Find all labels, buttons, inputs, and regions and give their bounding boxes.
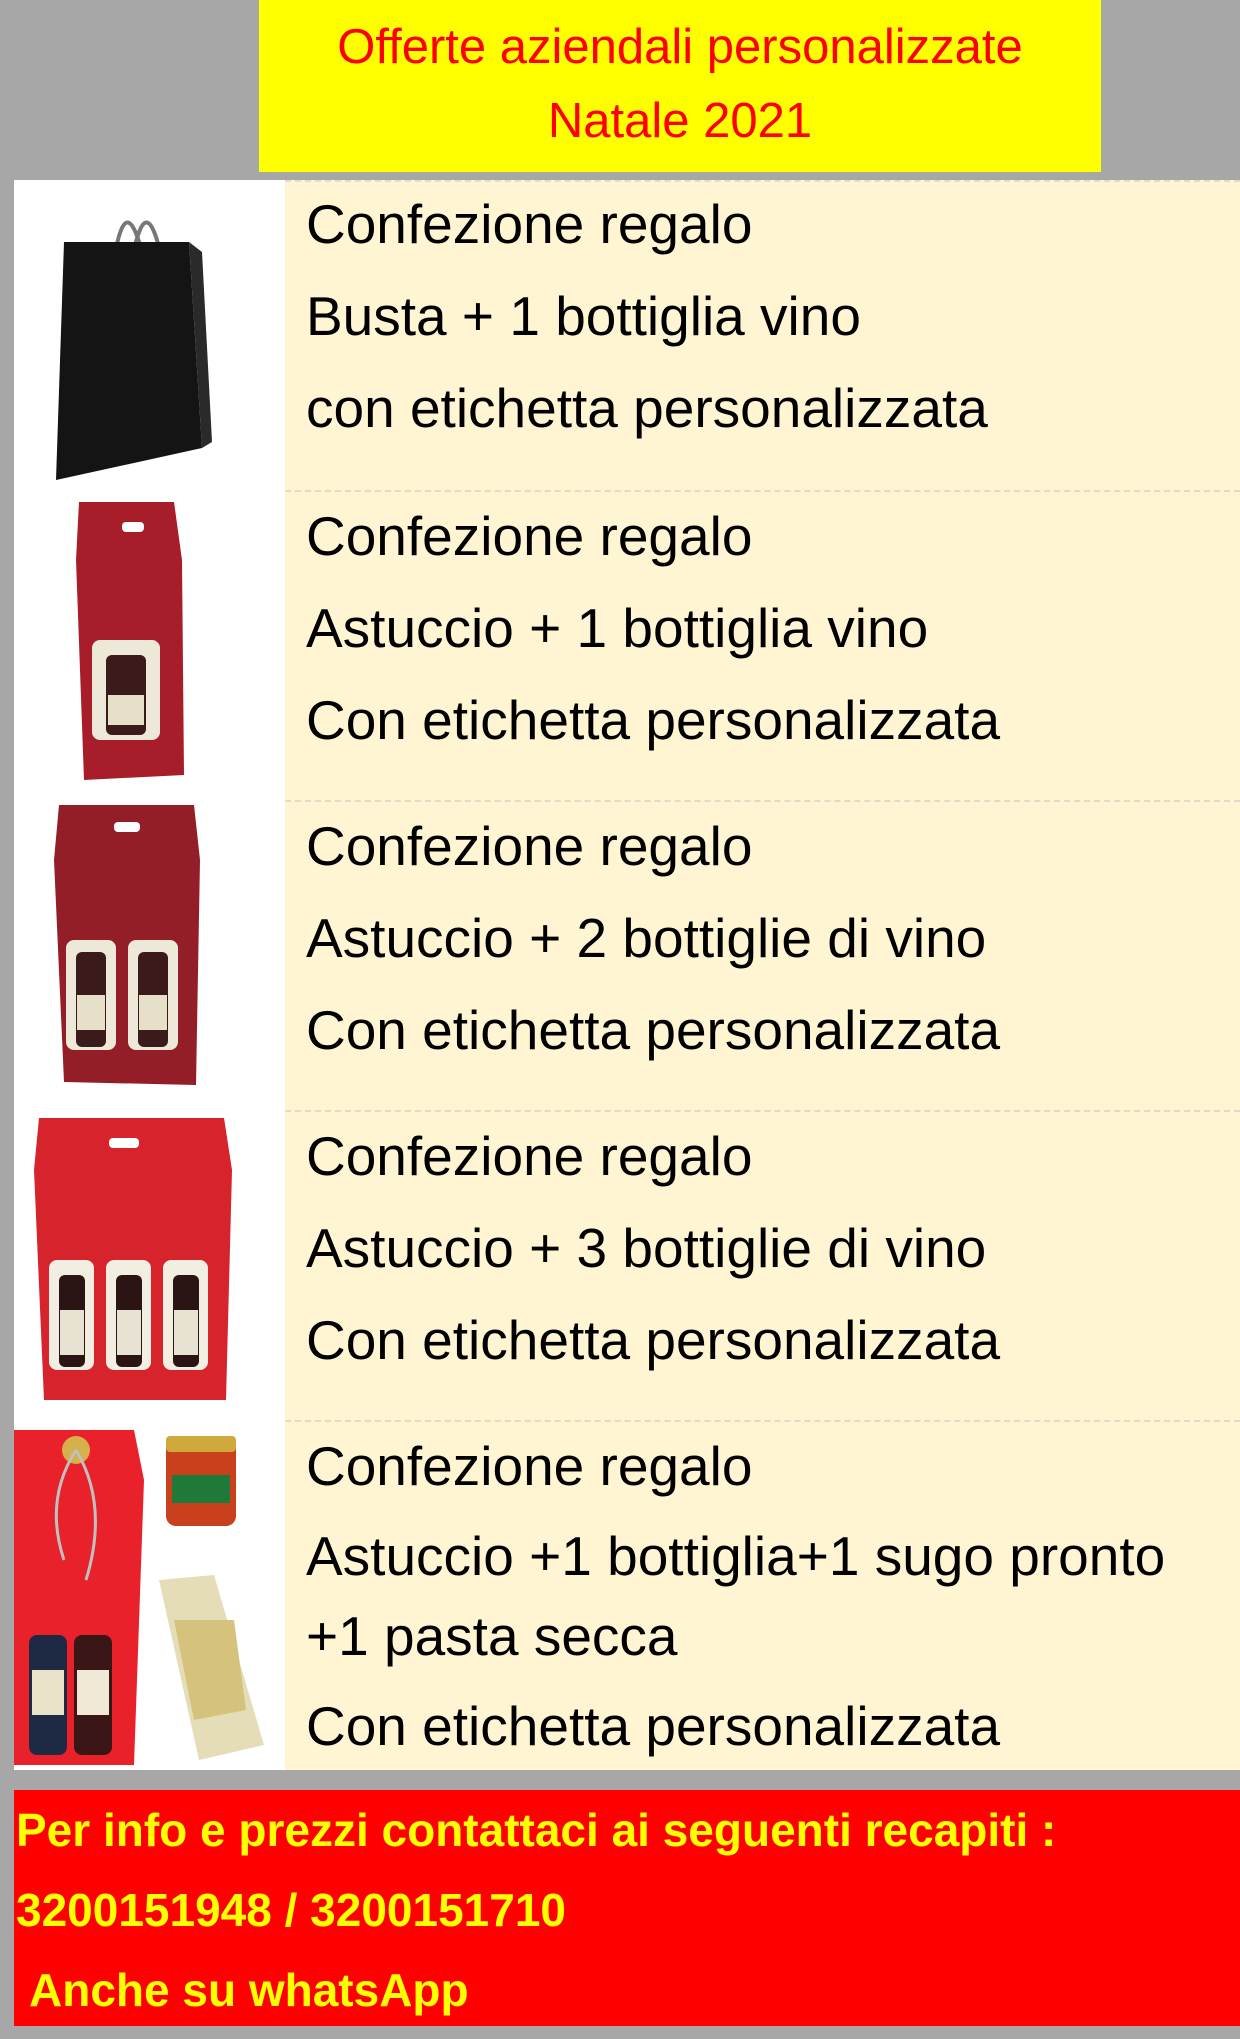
header-title: Offerte aziendali personalizzate [337,20,1023,74]
offer-row-1: Confezione regalo Busta + 1 bottiglia vi… [14,180,1240,490]
offer-3-title: Confezione regalo [306,815,753,877]
offer-row-5: Confezione regalo Astuccio +1 bottiglia+… [14,1420,1240,1770]
offer-5-label: Con etichetta personalizzata [306,1695,1001,1757]
wine-box-icon [76,502,184,780]
offer-2-title: Confezione regalo [306,505,753,567]
offer-row-3: Confezione regalo Astuccio + 2 bottiglie… [14,800,1240,1110]
offer-4-title: Confezione regalo [306,1125,753,1187]
offer-2-contents: Astuccio + 1 bottiglia vino [306,597,929,659]
offer-1-label: con etichetta personalizzata [306,377,988,439]
offer-4-label: Con etichetta personalizzata [306,1309,1001,1371]
offer-5-title: Confezione regalo [306,1435,753,1497]
offer-5-contents: Astuccio +1 bottiglia+1 sugo pronto [306,1525,1166,1587]
gift-bag-icon [56,220,212,480]
gift-basket-icon [14,1420,285,1770]
contact-phone-numbers[interactable]: 3200151948 / 3200151710 [16,1882,566,1938]
offer-4-contents: Astuccio + 3 bottiglie di vino [306,1217,987,1279]
offer-image-4 [14,1110,285,1420]
page-header: Offerte aziendali personalizzate Natale … [259,0,1101,172]
wine-box-icon [54,805,200,1085]
offer-3-contents: Astuccio + 2 bottiglie di vino [306,907,987,969]
offer-image-1 [14,180,285,490]
wine-box-icon [34,1118,232,1400]
contact-intro: Per info e prezzi contattaci ai seguenti… [16,1804,1057,1856]
offer-image-5 [14,1420,285,1770]
offer-image-3 [14,800,285,1110]
offer-2-label: Con etichetta personalizzata [306,689,1001,751]
offer-image-2 [14,490,285,800]
offer-row-4: Confezione regalo Astuccio + 3 bottiglie… [14,1110,1240,1420]
offer-1-title: Confezione regalo [306,193,753,255]
offer-5-contents-cont: +1 pasta secca [306,1605,678,1667]
header-subtitle: Natale 2021 [547,94,813,148]
whatsapp-note: Anche su whatsApp [29,1964,469,2016]
offer-3-label: Con etichetta personalizzata [306,999,1001,1061]
contact-footer: Per info e prezzi contattaci ai seguenti… [14,1790,1240,2026]
offer-1-contents: Busta + 1 bottiglia vino [306,285,861,347]
offer-row-2: Confezione regalo Astuccio + 1 bottiglia… [14,490,1240,800]
